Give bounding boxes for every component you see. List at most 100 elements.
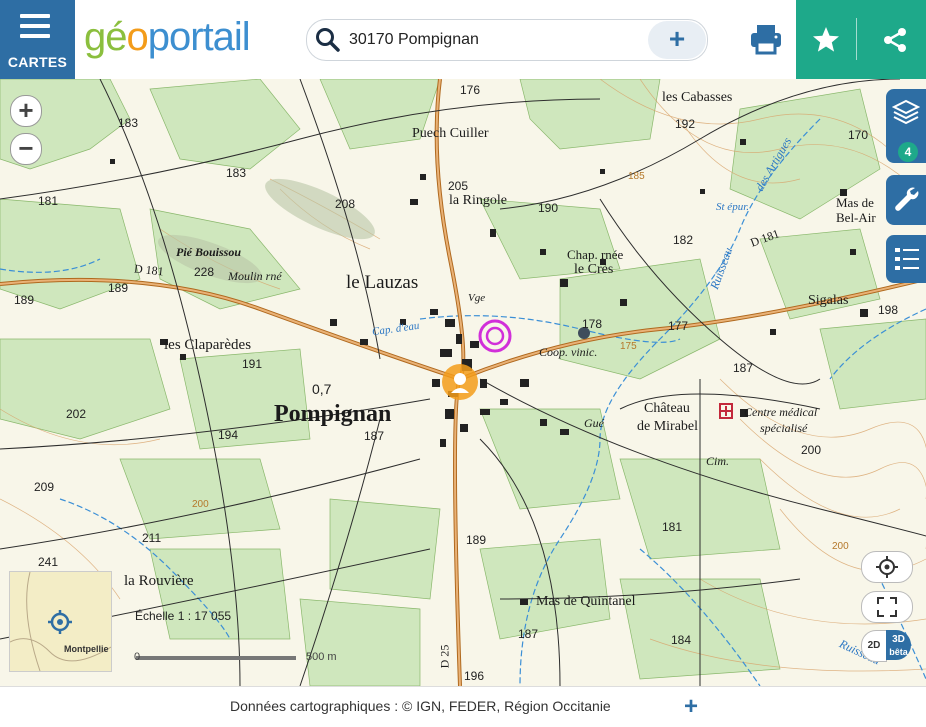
search-box: + [306,19,708,61]
elevation-label: 187 [364,429,385,443]
contour-label: 175 [620,341,637,352]
search-icon[interactable] [315,27,341,58]
elevation-label: 196 [464,669,485,683]
wrench-icon [895,187,919,211]
fullscreen-icon [877,597,897,617]
place-label: les Cabasses [662,90,733,105]
elevation-label: 178 [582,317,603,331]
place-label: Centre médical [744,405,818,419]
elevation-label: 181 [38,194,59,208]
place-label: Pompignan [274,401,392,427]
top-bar: CARTES géoportail + [0,0,926,79]
elevation-label: 177 [668,319,689,333]
layer-count-badge: 4 [898,142,918,162]
header-actions [796,0,926,79]
printer-icon [751,25,781,55]
favorites-button[interactable] [796,0,856,79]
toggle-2d[interactable]: 2D [861,630,887,662]
place-label: Pié Bouissou [176,245,242,259]
scale-start: 0 [134,651,141,663]
elevation-label: 187 [733,361,754,375]
cartes-menu-button[interactable]: CARTES [0,0,75,79]
geoportail-logo[interactable]: géoportail [84,12,251,62]
contour-label: 200 [832,541,849,552]
print-button[interactable] [748,22,784,56]
contour-label: 185 [628,171,645,182]
beta-label: bêta [889,647,908,657]
place-label: la Rouvière [124,573,194,589]
attribution-expand-button[interactable]: + [684,693,698,721]
place-label: Château [644,401,690,416]
distance-label: 0,7 [312,381,332,397]
elevation-label: 202 [66,407,87,421]
place-label: Gué [584,416,604,430]
place-label: Mas de Quintanel [536,594,636,609]
share-icon [884,28,906,52]
map-view[interactable]: Puech Cuiller la Ringole les Cabasses Ma… [0,79,926,686]
cartes-label: CARTES [7,54,68,70]
elevation-label: 228 [194,265,215,279]
place-label: Chap. rnée [567,247,624,262]
place-label: de Mirabel [637,419,699,434]
layers-tab[interactable]: 4 [886,89,926,163]
layers-icon [892,99,920,125]
dimension-toggle[interactable]: 2D 3D bêta [861,630,911,662]
scale-label: Échelle 1 : 17 055 [135,609,232,623]
crosshair-icon [876,556,898,578]
elevation-label: 189 [108,281,129,295]
place-label: Moulin rné [228,269,282,283]
road-label: D 181 [133,261,165,279]
overview-minimap[interactable]: Montpellie [9,571,112,672]
place-label: St épur. [716,201,749,213]
elevation-label: 211 [142,531,162,545]
place-label: Vge [468,292,486,304]
place-label: Coop. vinic. [539,345,598,359]
attribution-text: Données cartographiques : © IGN, FEDER, … [230,698,611,714]
geolocate-button[interactable] [861,551,913,583]
elevation-label: 198 [878,303,899,317]
elevation-label: 190 [538,201,559,215]
zoom-out-button[interactable]: − [10,133,42,165]
elevation-label: 192 [675,117,696,131]
elevation-label: 176 [460,83,481,97]
elevation-label: 189 [14,293,35,307]
footer: Données cartographiques : © IGN, FEDER, … [0,686,926,727]
place-label: Sigalas [808,293,849,308]
elevation-label: 194 [218,428,239,442]
star-icon [813,27,839,52]
tools-tab[interactable] [886,175,926,225]
fullscreen-button[interactable] [861,591,913,623]
header-separator [856,18,857,60]
legend-tab[interactable] [886,235,926,283]
search-input[interactable] [347,27,631,53]
elevation-label: 209 [34,480,55,494]
elevation-label: 205 [448,179,469,193]
zoom-in-button[interactable]: + [10,95,42,127]
contour-label: 200 [192,499,209,510]
place-label: spécialisé [760,421,808,435]
hamburger-icon [20,14,50,44]
scale-bar [136,656,296,660]
elevation-label: 191 [242,357,263,371]
logo-part-portail: portail [147,15,251,59]
elevation-label: 183 [226,166,247,180]
elevation-label: 200 [801,443,822,457]
search-advanced-plus-button[interactable]: + [648,21,706,59]
marker-icon [442,364,478,400]
minimap-city-label: Montpellie [64,644,109,654]
place-label: le Lauzas [346,272,419,293]
place-label: les Claparèdes [164,337,252,353]
place-label: le Crès [574,262,614,277]
scale-end: 500 m [306,651,337,663]
location-marker[interactable] [441,363,479,406]
place-label: la Ringole [449,193,507,208]
elevation-label: 182 [673,233,694,247]
elevation-label: 184 [671,633,692,647]
toggle-3d[interactable]: 3D bêta [886,630,911,660]
toggle-3d-label: 3D [892,634,905,645]
elevation-label: 183 [118,116,139,130]
elevation-label: 187 [518,627,539,641]
road-label: D 25 [437,644,452,669]
elevation-label: 208 [335,197,356,211]
share-button[interactable] [866,0,926,79]
